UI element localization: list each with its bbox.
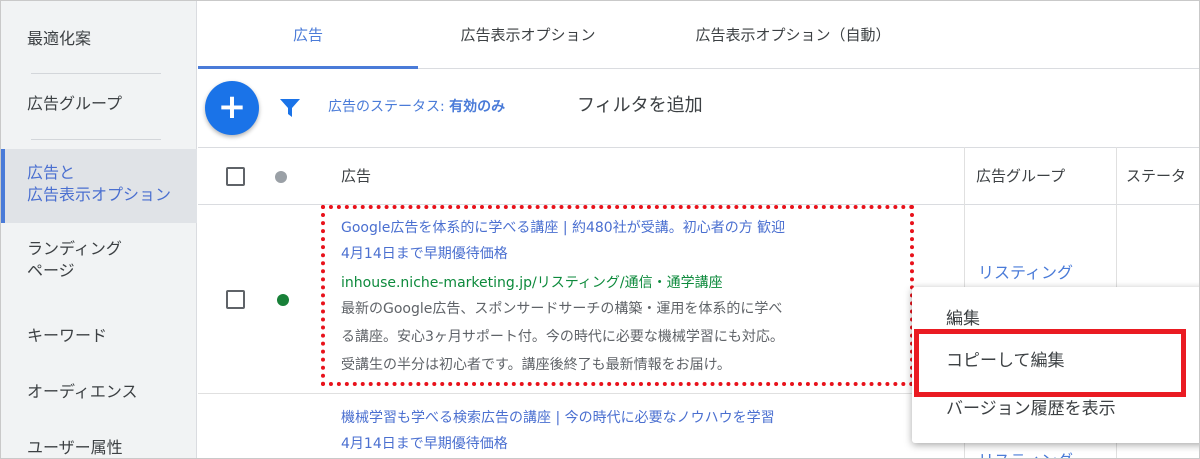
sidebar-item-label: 最適化案 <box>27 29 92 48</box>
ad-highlight-box <box>321 205 914 386</box>
ad-headline[interactable]: 4月14日まで早期優待価格 <box>341 433 508 455</box>
status-filter-chip[interactable]: 広告のステータス: 有効のみ <box>328 96 505 118</box>
ad-group-link[interactable]: リスティング <box>978 447 1073 458</box>
sidebar-item-keywords[interactable]: キーワード <box>1 325 197 347</box>
ad-group-link[interactable]: リスティング <box>978 259 1073 283</box>
row-checkbox[interactable] <box>226 290 245 309</box>
sidebar-item-label: ユーザー属性 <box>27 438 123 457</box>
sidebar-divider <box>31 139 161 140</box>
column-header-status[interactable]: ステータ <box>1126 148 1186 204</box>
sidebar-item-landing-pages[interactable]: ランディング ページ <box>1 238 197 282</box>
table-header: 広告 広告グループ ステータ <box>198 147 1199 205</box>
row-divider <box>198 393 918 394</box>
tab-bar: 広告 広告表示オプション 広告表示オプション（自動） <box>198 1 1199 69</box>
filter-icon[interactable] <box>279 97 301 119</box>
column-header-ad-group[interactable]: 広告グループ <box>976 148 1065 204</box>
sidebar-item-ad-groups[interactable]: 広告グループ <box>1 93 197 115</box>
sidebar-item-label: 広告と <box>27 163 76 182</box>
add-filter-button[interactable]: フィルタを追加 <box>577 93 703 119</box>
sidebar: 最適化案 広告グループ 広告と 広告表示オプション ランディング ページ キーワ… <box>1 1 197 458</box>
app-frame: 最適化案 広告グループ 広告と 広告表示オプション ランディング ページ キーワ… <box>0 0 1200 459</box>
sidebar-item-label: ページ <box>27 261 75 280</box>
sidebar-item-audiences[interactable]: オーディエンス <box>1 381 197 403</box>
sidebar-divider <box>31 73 161 74</box>
tab-ads[interactable]: 広告 <box>198 1 418 69</box>
column-header-ad[interactable]: 広告 <box>341 148 371 204</box>
sidebar-item-label: 広告グループ <box>27 94 123 113</box>
sidebar-item-label: キーワード <box>27 326 108 345</box>
tab-auto-extensions[interactable]: 広告表示オプション（自動） <box>658 1 928 69</box>
menu-highlight-box <box>914 329 1186 397</box>
sidebar-item-recommendations[interactable]: 最適化案 <box>1 28 197 50</box>
filter-label: 広告のステータス: <box>328 99 450 115</box>
ad-headline[interactable]: 機械学習も学べる検索広告の講座 | 今の時代に必要なノウハウを学習 <box>341 407 775 429</box>
sidebar-item-label: オーディエンス <box>27 382 138 401</box>
add-ad-button[interactable]: + <box>205 81 259 135</box>
select-all-checkbox[interactable] <box>226 167 245 186</box>
filter-value: 有効のみ <box>449 99 506 115</box>
sidebar-item-ads-extensions[interactable]: 広告と 広告表示オプション <box>1 149 197 223</box>
sidebar-item-demographics[interactable]: ユーザー属性 <box>1 437 197 458</box>
sidebar-item-label: 広告表示オプション <box>27 185 172 204</box>
tab-ad-extensions[interactable]: 広告表示オプション <box>428 1 628 69</box>
sidebar-item-label: ランディング <box>27 239 122 258</box>
status-dot-header <box>275 171 287 183</box>
status-dot-enabled <box>277 294 289 306</box>
